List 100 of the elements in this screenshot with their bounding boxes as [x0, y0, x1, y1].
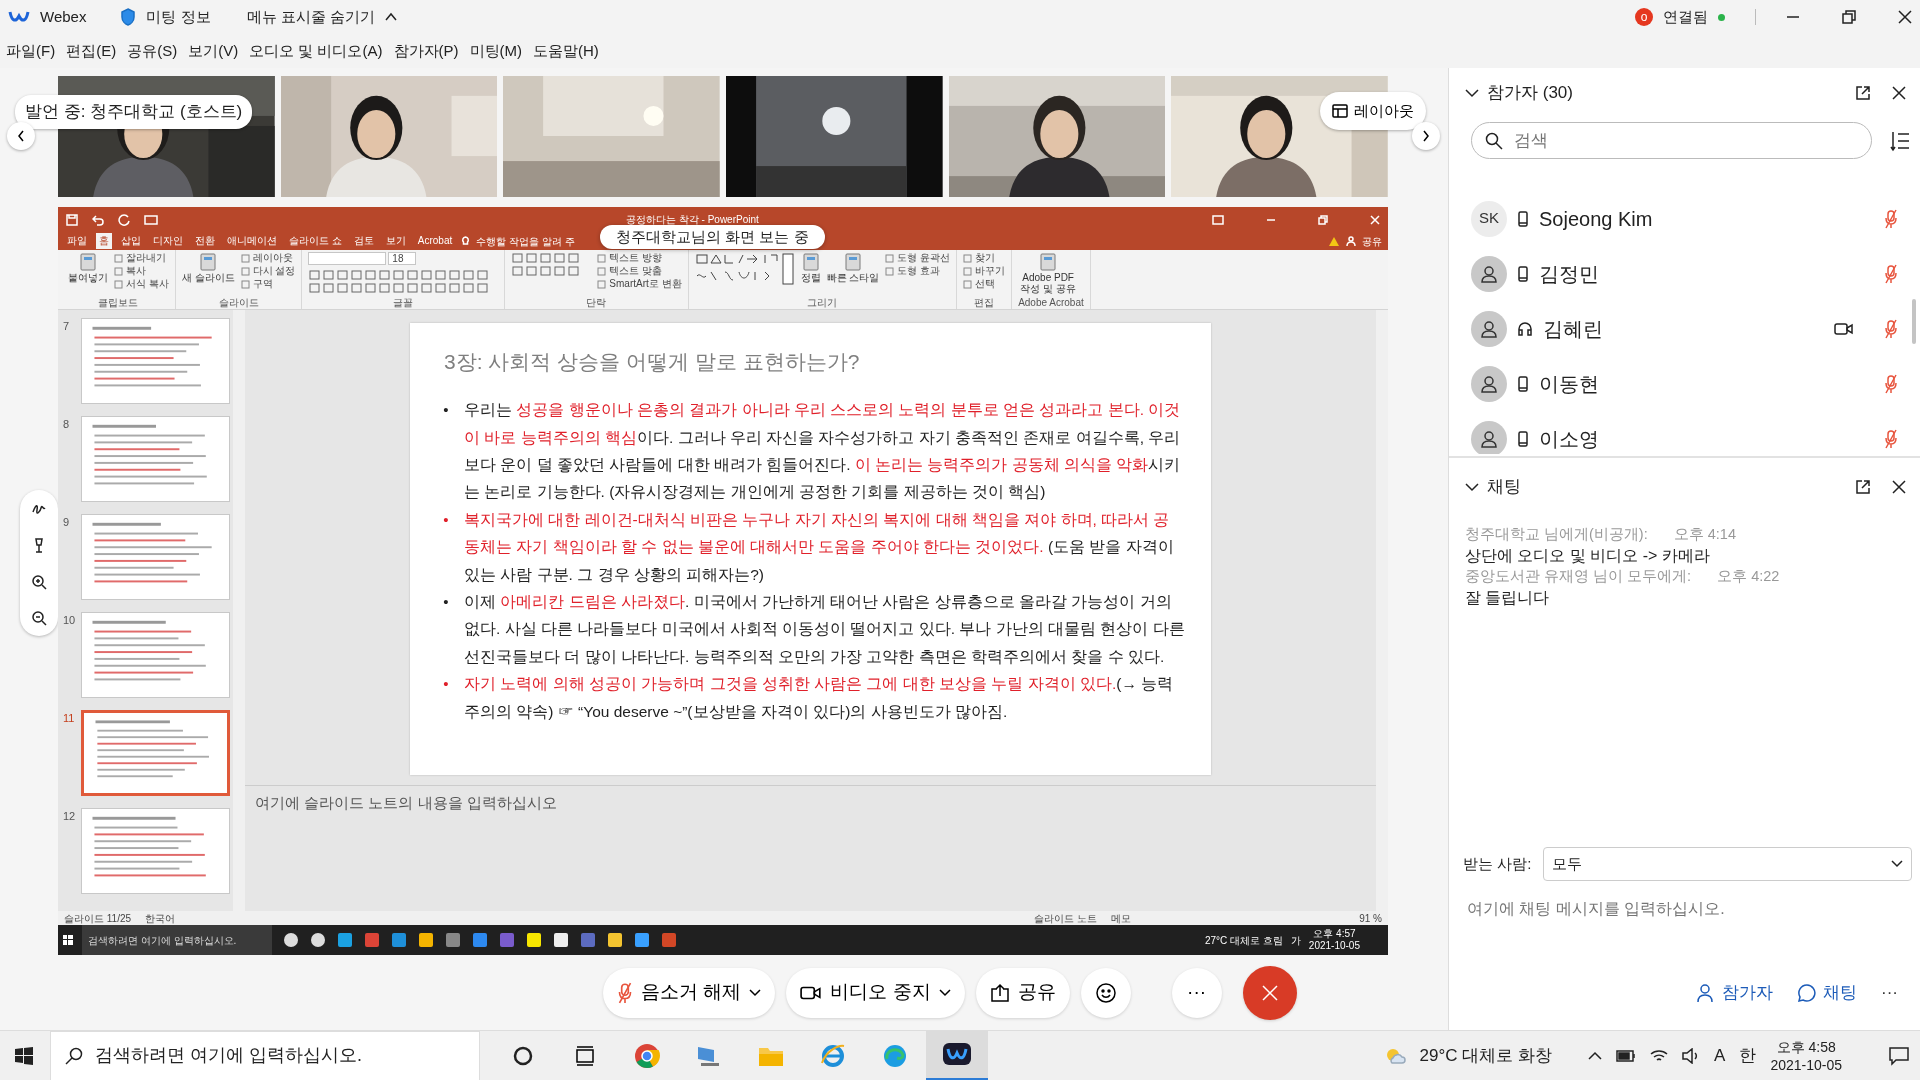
scrollbar[interactable]	[1912, 299, 1916, 344]
share-button[interactable]: 공유	[975, 967, 1070, 1018]
restore-icon[interactable]	[1842, 10, 1856, 24]
ribbon-button[interactable]: 구역	[240, 278, 296, 290]
slide-thumbnail[interactable]	[81, 710, 230, 796]
ribbon-button[interactable]: SmartArt로 변환	[597, 278, 682, 290]
more-button[interactable]: ···	[1171, 967, 1222, 1018]
ribbon-button[interactable]: Adobe PDF 작성 및 공유	[1018, 252, 1079, 294]
undo-icon[interactable]	[92, 213, 104, 226]
zoom-in-icon[interactable]	[31, 574, 47, 590]
font-name-field[interactable]	[308, 252, 387, 265]
menu-item[interactable]: 도움말(H)	[533, 39, 599, 63]
menu-item[interactable]: 파일(F)	[6, 39, 56, 63]
chevron-down-icon[interactable]	[1465, 482, 1479, 492]
stop-video-button[interactable]: 비디오 중지	[786, 967, 965, 1018]
font-size-field[interactable]: 18	[388, 252, 417, 265]
ribbon-button[interactable]: 도형 윤곽선	[885, 252, 951, 264]
zoom-out-icon[interactable]	[31, 610, 47, 626]
ribbon-button[interactable]: 도형 효과	[885, 265, 951, 277]
ime-language[interactable]: 가	[1290, 932, 1301, 948]
ribbon-tab[interactable]: 애니메이션	[224, 233, 280, 249]
chat-button[interactable]: 채팅	[1787, 970, 1867, 1015]
slide-thumbnail[interactable]	[81, 808, 230, 894]
menu-item[interactable]: 미팅(M)	[469, 39, 522, 63]
next-button[interactable]	[1412, 122, 1440, 150]
scrollbar[interactable]	[233, 310, 245, 911]
share-link[interactable]: 공유	[1362, 233, 1382, 249]
search-field[interactable]: 검색	[1471, 122, 1872, 159]
pop-out-icon[interactable]	[1856, 86, 1870, 100]
slide-thumbnail[interactable]	[81, 318, 230, 404]
taskbar-search-field[interactable]: 검색하려면 여기에 입력하십시오.	[82, 925, 272, 955]
taskbar-clock[interactable]: 오후 4:57 2021-10-05	[1308, 928, 1360, 952]
more-button[interactable]: ···	[1871, 970, 1908, 1015]
scrollbar[interactable]	[1376, 310, 1388, 911]
windows-icon[interactable]	[14, 1045, 34, 1066]
close-icon[interactable]	[1898, 10, 1912, 24]
ime-mode[interactable]: A	[1714, 1042, 1726, 1069]
ribbon-tab[interactable]: 디자인	[150, 233, 186, 249]
ribbon-button[interactable]: 텍스트 방향	[597, 252, 682, 264]
wifi-icon[interactable]	[1650, 1047, 1669, 1064]
ribbon-button[interactable]: 찾기	[963, 252, 1006, 264]
ribbon-tab[interactable]: 보기	[382, 233, 409, 249]
pop-out-icon[interactable]	[1856, 480, 1870, 494]
ribbon-button[interactable]: 텍스트 맞춤	[597, 265, 682, 277]
ribbon-button[interactable]: 정렬	[800, 252, 821, 283]
ribbon-button[interactable]: 선택	[963, 278, 1006, 290]
ribbon-button[interactable]: 레이아웃	[240, 252, 296, 264]
ribbon-button[interactable]: 다시 설정	[240, 265, 296, 277]
menu-item[interactable]: 오디오 및 비디오(A)	[249, 39, 383, 63]
notes-field[interactable]: 여기에 슬라이드 노트의 내용을 입력하십시오	[245, 785, 1376, 821]
previous-button[interactable]	[7, 122, 35, 150]
ribbon-button[interactable]: 서식 복사	[114, 278, 169, 290]
save-icon[interactable]	[66, 213, 78, 226]
taskbar-search-field[interactable]: 검색하려면 여기에 입력하십시오.	[50, 1030, 480, 1080]
ribbon-button[interactable]: 잘라내기	[114, 252, 169, 264]
ribbon-tab[interactable]: 파일	[64, 233, 90, 249]
participants-button[interactable]: 참가자	[1686, 970, 1783, 1015]
recipient-dropdown[interactable]: 모두	[1543, 847, 1912, 881]
ribbon-button[interactable]: 새 슬라이드	[181, 252, 235, 283]
menu-item[interactable]: 보기(V)	[188, 39, 239, 63]
ribbon-button[interactable]: 바꾸기	[963, 265, 1006, 277]
comments-toggle[interactable]: 메모	[1111, 910, 1132, 926]
ribbon-tab[interactable]: 전환	[192, 233, 218, 249]
ribbon-button[interactable]: 붙여넣기	[68, 252, 108, 283]
slideshow-icon[interactable]	[144, 213, 158, 226]
ribbon-button[interactable]: 빠른 스타일	[826, 252, 880, 283]
chevron-down-icon[interactable]	[1465, 88, 1479, 98]
chevron-up-icon[interactable]	[1588, 1050, 1603, 1061]
slide-thumbnail[interactable]	[81, 514, 230, 600]
ribbon-tab[interactable]: 홈	[96, 233, 112, 249]
unmute-button[interactable]: 음소거 해제	[603, 967, 776, 1018]
hide-menu-toggle[interactable]: 메뉴 표시줄 숨기기	[246, 5, 375, 29]
end-meeting-button[interactable]	[1242, 965, 1297, 1020]
layout-button[interactable]: 레이아웃	[1320, 92, 1426, 130]
tell-me-field[interactable]: 수행할 작업을 알려 주	[476, 233, 575, 249]
ribbon-tab[interactable]: Acrobat	[414, 233, 456, 249]
taskbar-clock[interactable]: 오후 4:58 2021-10-05	[1770, 1037, 1842, 1074]
notification-icon[interactable]	[1888, 1045, 1910, 1066]
notes-toggle[interactable]: 슬라이드 노트	[1034, 910, 1098, 926]
menu-item[interactable]: 편집(E)	[66, 39, 117, 63]
close-icon[interactable]	[1892, 480, 1906, 494]
menu-item[interactable]: 참가자(P)	[393, 39, 459, 63]
battery-icon[interactable]	[1616, 1049, 1637, 1062]
reactions-button[interactable]	[1080, 967, 1131, 1018]
ribbon-tab[interactable]: 슬라이드 쇼	[286, 233, 345, 249]
meeting-info-link[interactable]: 미팅 정보	[146, 5, 211, 29]
redo-icon[interactable]	[118, 213, 130, 226]
menu-item[interactable]: 공유(S)	[127, 39, 178, 63]
ime-language[interactable]: 한	[1739, 1042, 1757, 1069]
slide-thumbnail[interactable]	[81, 612, 230, 698]
ribbon-tab[interactable]: 삽입	[118, 233, 144, 249]
chat-input-field[interactable]: 여기에 채팅 메시지를 입력하십시오.	[1465, 895, 1904, 935]
ribbon-button[interactable]: 복사	[114, 265, 169, 277]
windows-icon[interactable]	[62, 934, 74, 946]
close-icon[interactable]	[1892, 86, 1906, 100]
slide-thumbnail[interactable]	[81, 416, 230, 502]
taskbar-app[interactable]	[926, 1030, 988, 1080]
ribbon-options-icon[interactable]	[1212, 214, 1224, 225]
sort-icon[interactable]	[1890, 130, 1910, 153]
shapes-gallery-drawing[interactable]	[694, 252, 795, 288]
